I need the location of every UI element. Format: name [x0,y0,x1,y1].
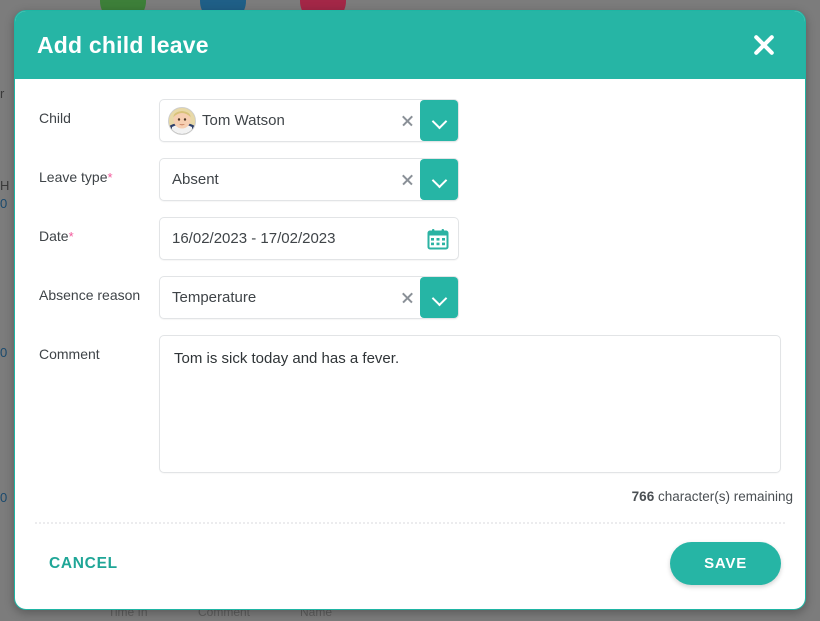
dialog-body: Child Tom Watson Leave type* Absent Date… [15,79,805,510]
leave-type-label-text: Leave type [39,169,108,185]
chevron-down-icon[interactable] [420,100,458,141]
date-range-input[interactable]: 16/02/2023 - 17/02/2023 [159,217,459,260]
save-button[interactable]: SAVE [670,542,781,585]
bg-left-fragment: 0 [0,490,8,505]
field-row-absence-reason: Absence reason Temperature [39,276,781,319]
absence-reason-value: Temperature [172,289,257,306]
leave-type-value: Absent [172,171,219,188]
leave-type-label: Leave type* [39,158,159,186]
character-count-suffix: character(s) remaining [654,489,793,504]
clear-icon[interactable] [394,158,420,201]
bg-left-fragment: 0 [0,196,8,211]
absence-reason-select[interactable]: Temperature [159,276,459,319]
add-child-leave-dialog: Add child leave Child Tom Watson Leave t… [14,10,806,610]
comment-textarea[interactable]: Tom is sick today and has a fever. [159,335,781,473]
field-row-date: Date* 16/02/2023 - 17/02/2023 [39,217,781,260]
bg-left-fragment: H [0,178,10,193]
field-row-comment: Comment Tom is sick today and has a feve… [39,335,781,473]
chevron-down-icon[interactable] [420,277,458,318]
date-label-text: Date [39,228,69,244]
date-value: 16/02/2023 - 17/02/2023 [172,230,336,247]
child-photo [169,107,195,134]
clear-icon[interactable] [394,276,420,319]
child-label: Child [39,110,71,126]
close-icon[interactable] [747,28,781,62]
dialog-title: Add child leave [37,31,209,58]
leave-type-select[interactable]: Absent [159,158,459,201]
dialog-footer: CANCEL SAVE [35,522,785,609]
bg-left-fragment: 0 [0,345,8,360]
cancel-button[interactable]: CANCEL [39,549,128,579]
bg-left-label: r [0,86,5,101]
character-count-number: 766 [631,489,655,504]
chevron-down-icon[interactable] [420,159,458,200]
child-value: Tom Watson [202,112,285,129]
required-asterisk: * [107,170,113,185]
field-row-leave-type: Leave type* Absent [39,158,781,201]
date-label: Date* [39,217,159,245]
character-counter: 766 character(s) remaining [159,489,793,504]
comment-label: Comment [39,346,100,362]
calendar-icon[interactable] [418,218,458,259]
clear-icon[interactable] [394,99,420,142]
required-asterisk: * [68,229,74,244]
field-row-child: Child Tom Watson [39,99,781,142]
absence-reason-label: Absence reason [39,287,141,303]
calendar-glyph [427,228,449,249]
dialog-header: Add child leave [15,11,805,79]
child-select[interactable]: Tom Watson [159,99,459,142]
child-avatar [168,106,196,135]
